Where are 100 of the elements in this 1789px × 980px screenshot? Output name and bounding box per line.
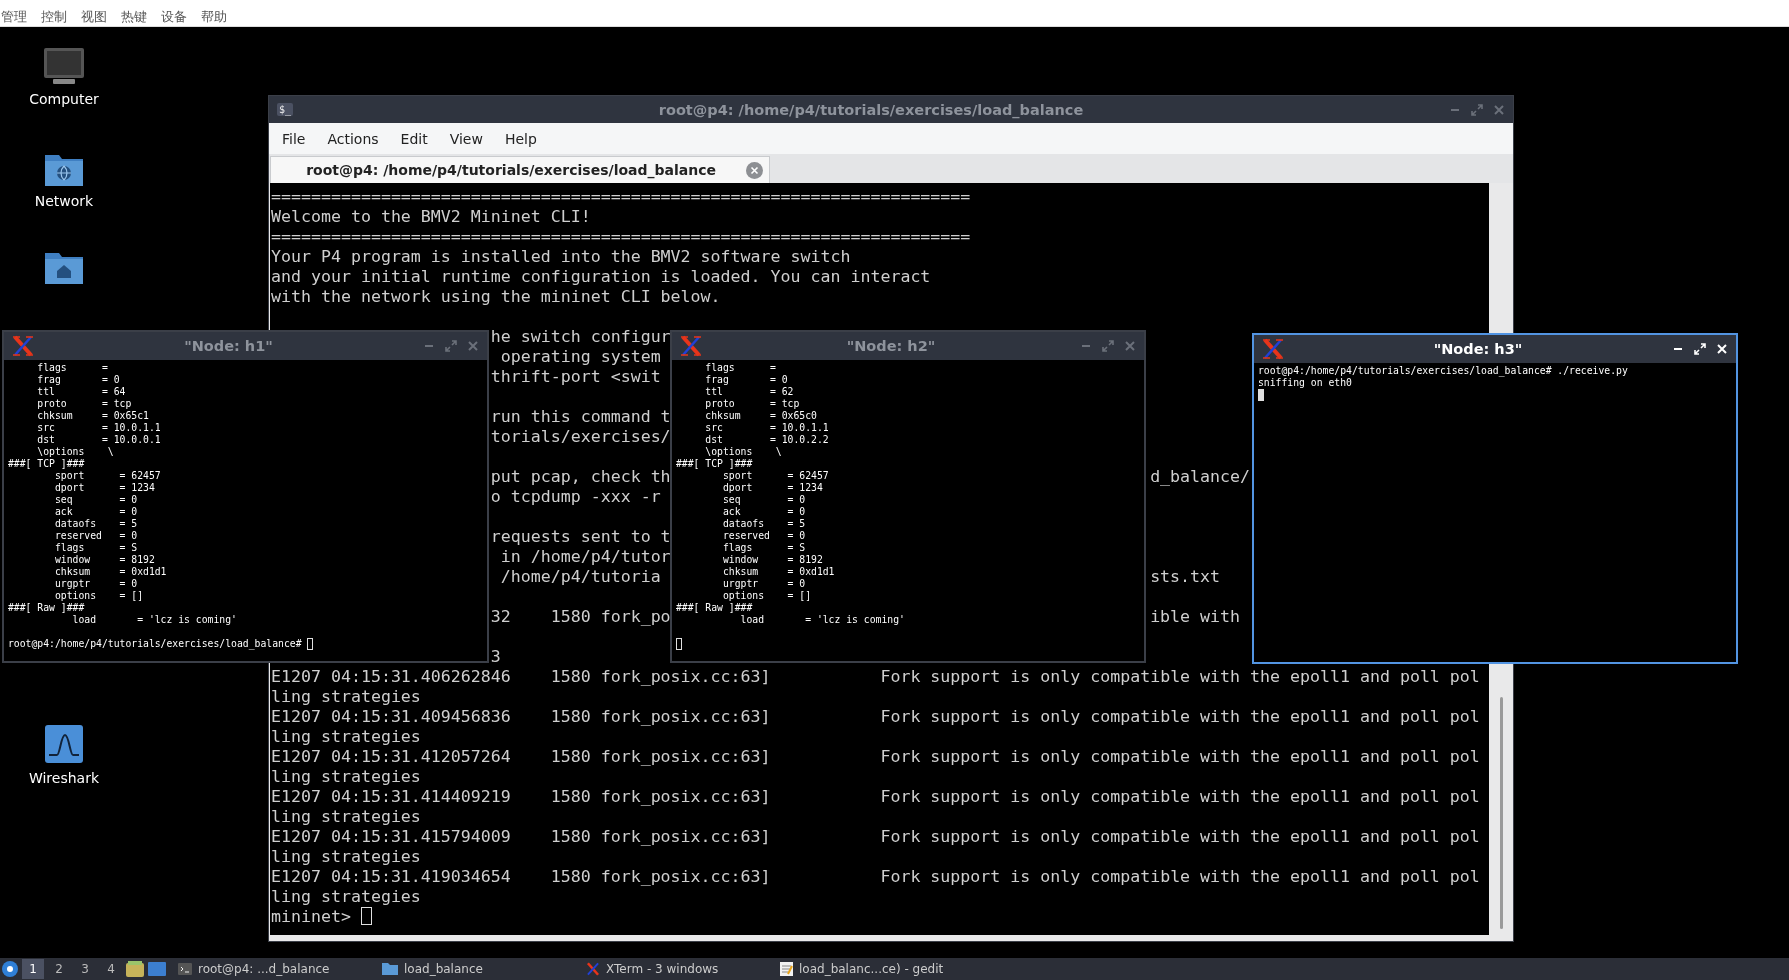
terminal-line: E1207 04:15:31.412057264 1580 fork_posix.cc:63] Fork support is only compatible with the epoll1 and poll pol xyxy=(271,747,1480,767)
host-menu-item[interactable]: 帮助 xyxy=(200,7,227,26)
terminal-line: dst = 10.0.2.2 xyxy=(704,434,829,445)
host-menu-item[interactable]: 热键 xyxy=(120,7,147,26)
desktop-icon-label: Wireshark xyxy=(28,770,100,786)
terminal-line: dst = 10.0.0.1 xyxy=(36,434,161,445)
x-logo-icon xyxy=(586,962,600,976)
menu-item[interactable]: Actions xyxy=(318,126,388,151)
terminal-line: proto = tcp xyxy=(704,398,800,409)
desktop-icon-label: Computer xyxy=(29,91,99,107)
terminal-line: dataofs = 5 xyxy=(53,518,138,529)
menu-item[interactable]: File xyxy=(273,126,315,151)
terminal-line: ling strategies xyxy=(271,847,421,867)
terminal-line: window = 8192 xyxy=(721,554,823,565)
terminal-line: ack = 0 xyxy=(53,506,138,517)
terminal-line: sniffing on eth0 xyxy=(1258,377,1352,388)
taskbar-item[interactable]: XTerm - 3 windows xyxy=(578,959,768,979)
scrollbar-thumb[interactable] xyxy=(1499,697,1503,929)
taskbar-item[interactable]: root@p4: ...d_balance xyxy=(170,959,370,979)
terminal-line: chksum = 0xd1d1 xyxy=(721,566,835,577)
host-menu-item[interactable]: 控制 xyxy=(40,7,67,26)
terminal-line: ling strategies xyxy=(271,687,421,707)
terminal-line: ling strategies xyxy=(271,767,421,787)
host-menu-item[interactable]: 设备 xyxy=(160,7,187,26)
terminal-line: root@p4:/home/p4/tutorials/exercises/load_balance# ./receive.py xyxy=(1258,365,1628,376)
terminal-line-fragment: ible with xyxy=(1150,607,1241,627)
terminal-line: window = 8192 xyxy=(53,554,155,565)
terminal-line: options = [] xyxy=(721,590,811,601)
terminal-line: ling strategies xyxy=(271,727,421,747)
terminal-line: Your P4 program is installed into the BMV2 software switch xyxy=(271,247,851,267)
terminal-line: E1207 04:15:31.406262846 1580 fork_posix.cc:63] Fork support is only compatible with the epoll1 and poll pol xyxy=(271,667,1480,687)
terminal-line-fragment: thrift-port <swit xyxy=(490,367,661,387)
menu-item[interactable]: View xyxy=(440,126,492,151)
terminal-line: reserved = 0 xyxy=(721,530,806,541)
terminal-line: ###[ Raw ]### xyxy=(8,602,85,613)
drawer-icon[interactable] xyxy=(126,961,144,977)
host-menu-item[interactable]: 管理 xyxy=(0,7,27,26)
terminal-tab[interactable]: root@p4: /home/p4/tutorials/exercises/load_balance xyxy=(270,156,770,183)
terminal-line: ====================================================================== xyxy=(271,227,971,247)
folder-icon xyxy=(382,963,398,975)
terminal-line: dport = 1234 xyxy=(53,482,155,493)
terminal-line: frag = 0 xyxy=(704,374,788,385)
text-cursor xyxy=(307,638,314,650)
terminal-line: ###[ TCP ]### xyxy=(676,458,753,469)
text-cursor xyxy=(360,907,372,925)
terminal-line: ttl = 62 xyxy=(704,386,794,397)
terminal-line: E1207 04:15:31.415794009 1580 fork_posix.cc:63] Fork support is only compatible with the epoll1 and poll pol xyxy=(271,827,1480,847)
terminal-line: E1207 04:15:31.419034654 1580 fork_posix.cc:63] Fork support is only compatible with the epoll1 and poll pol xyxy=(271,867,1480,887)
menu-item[interactable]: Edit xyxy=(391,126,437,151)
x-logo-icon xyxy=(1262,338,1284,360)
notepad-icon xyxy=(780,962,793,976)
monitor-icon[interactable] xyxy=(43,47,85,85)
workspace-button[interactable]: 1 xyxy=(22,959,44,979)
taskbar-item[interactable]: load_balanc...ce) - gedit xyxy=(772,959,962,979)
terminal-line: sport = 62457 xyxy=(53,470,161,481)
terminal-line: load = 'lcz is coming' xyxy=(71,614,237,625)
terminal-line-fragment: sts.txt xyxy=(1150,567,1221,587)
terminal-line: chksum = 0xd1d1 xyxy=(53,566,167,577)
terminal-line: src = 10.0.1.1 xyxy=(36,422,161,433)
terminal-line: E1207 04:15:31.414409219 1580 fork_posix.cc:63] Fork support is only compatible with the epoll1 and poll pol xyxy=(271,787,1480,807)
terminal-line-fragment: 32 1580 fork_po xyxy=(490,607,671,627)
terminal-line: E1207 04:15:31.409456836 1580 fork_posix.cc:63] Fork support is only compatible with the epoll1 and poll pol xyxy=(271,707,1480,727)
x-logo-icon xyxy=(12,335,34,357)
terminal-line: \options \ xyxy=(704,446,782,457)
text-cursor xyxy=(676,638,682,650)
desktop-icon-label: Network xyxy=(34,193,94,209)
workspace-button[interactable]: 2 xyxy=(48,959,70,979)
terminal-line-fragment: put pcap, check th xyxy=(490,467,671,487)
terminal-line-fragment: run this command t xyxy=(490,407,671,427)
host-menu-item[interactable]: 视图 xyxy=(80,7,107,26)
terminal-line-fragment: in /home/p4/tutor xyxy=(499,547,671,567)
terminal-line-fragment: o tcpdump -xxx -r xyxy=(490,487,661,507)
terminal-line: load = 'lcz is coming' xyxy=(739,614,905,625)
terminal-line: ###[ Raw ]### xyxy=(676,602,753,613)
terminal-line-fragment: /home/p4/tutoria xyxy=(499,567,661,587)
terminal-line: flags = xyxy=(36,362,109,373)
terminal-line: dataofs = 5 xyxy=(721,518,806,529)
terminal-line: ====================================================================== xyxy=(271,187,971,207)
workspace-button[interactable]: 3 xyxy=(74,959,96,979)
window-title: root@p4: /home/p4/tutorials/exercises/load_balance xyxy=(657,101,1085,118)
terminal-line: sport = 62457 xyxy=(721,470,829,481)
terminal-line: Welcome to the BMV2 Mininet CLI! xyxy=(271,207,591,227)
terminal-line: dport = 1234 xyxy=(721,482,823,493)
terminal-line: frag = 0 xyxy=(36,374,120,385)
workspace-button[interactable]: 4 xyxy=(100,959,122,979)
window-title: "Node: h2" xyxy=(845,338,937,354)
terminal-line: with the network using the mininet CLI below. xyxy=(271,287,721,307)
terminal-line: chksum = 0x65c1 xyxy=(36,410,149,421)
start-menu-icon[interactable] xyxy=(2,961,18,977)
terminal-line: chksum = 0x65c0 xyxy=(704,410,817,421)
menu-item[interactable]: Help xyxy=(495,126,546,151)
taskbar-item[interactable]: load_balance xyxy=(374,959,574,979)
terminal-prompt: mininet> xyxy=(271,907,352,927)
terminal-line: flags = S xyxy=(53,542,138,553)
terminal-line-fragment: torials/exercises/ xyxy=(490,427,671,447)
terminal-line: urgptr = 0 xyxy=(53,578,138,589)
terminal-line-fragment: 3 xyxy=(490,647,501,667)
terminal-line: ling strategies xyxy=(271,887,421,907)
terminal-line: proto = tcp xyxy=(36,398,132,409)
shark-fin-icon[interactable] xyxy=(44,724,84,764)
